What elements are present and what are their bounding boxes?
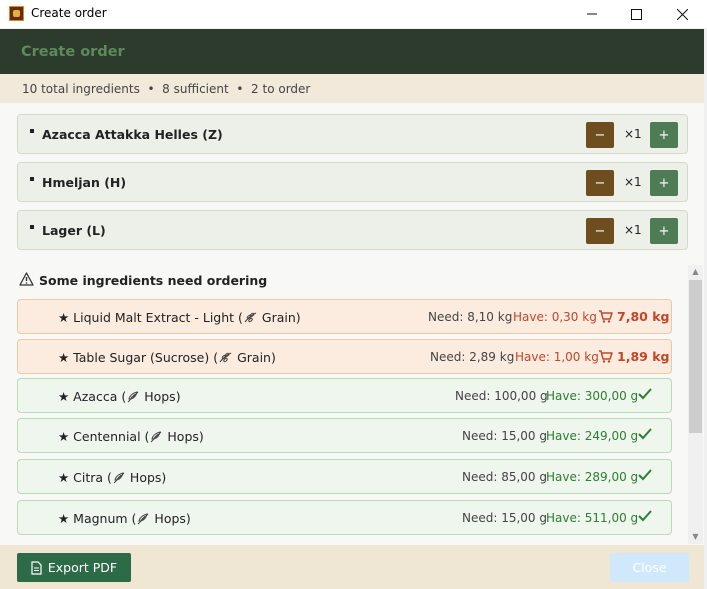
hops-icon: [127, 391, 139, 403]
ingredient-name: ★ Magnum ( Hops): [58, 511, 191, 526]
ingredient-name: ★ Liquid Malt Extract - Light ( Grain): [58, 310, 301, 325]
bullet-icon: [30, 225, 34, 229]
have-value: Have: 0,30 kg: [513, 310, 597, 324]
window-title: Create order: [31, 6, 107, 20]
scrollbar-thumb[interactable]: [689, 280, 702, 433]
cart-icon: [599, 310, 613, 323]
hops-icon: [138, 513, 149, 525]
title-bar: Create order: [0, 0, 707, 28]
close-button[interactable]: Close: [610, 553, 689, 582]
hops-icon: [151, 431, 162, 443]
dialog-header: Create order: [0, 29, 704, 74]
scroll-down-arrow[interactable]: ▼: [688, 530, 703, 544]
maximize-button[interactable]: [613, 0, 659, 28]
recipe-row: Lager (L) − ×1 +: [17, 210, 688, 250]
need-value: Need: 15,00 g: [462, 511, 548, 525]
check-icon: [638, 469, 652, 481]
have-value: Have: 511,00 g: [546, 511, 639, 525]
have-value: Have: 289,00 g: [546, 470, 639, 484]
have-value: Have: 1,00 kg: [515, 350, 599, 364]
recipe-row: Hmeljan (H) − ×1 +: [17, 162, 688, 202]
decrease-button[interactable]: −: [586, 122, 614, 148]
scrollbar[interactable]: ▲ ▼: [688, 265, 703, 544]
recipe-quantity: ×1: [624, 175, 642, 189]
need-value: Need: 8,10 kg: [428, 310, 513, 324]
maximize-icon: [630, 8, 642, 20]
document-icon: [31, 560, 42, 575]
recipe-quantity: ×1: [624, 223, 642, 237]
ingredient-row: ★ Table Sugar (Sucrose) ( Grain) Need: 2…: [17, 339, 672, 374]
need-value: Need: 15,00 g: [462, 429, 548, 443]
dialog-footer: Export PDF Close: [0, 545, 704, 589]
recipe-name: Lager (L): [42, 223, 106, 238]
ingredient-row: ★ Magnum ( Hops) Need: 15,00 g Have: 511…: [17, 500, 672, 535]
recipe-quantity: ×1: [624, 127, 642, 141]
increase-button[interactable]: +: [650, 218, 678, 244]
page-title: Create order: [21, 44, 125, 60]
ingredient-row: ★ Liquid Malt Extract - Light ( Grain) N…: [17, 299, 672, 334]
have-value: Have: 300,00 g: [546, 389, 639, 403]
increase-button[interactable]: +: [650, 170, 678, 196]
order-amount: 1,89 kg: [598, 349, 669, 364]
check-icon: [638, 388, 652, 400]
need-value: Need: 100,00 g: [455, 389, 548, 403]
check-icon: [638, 428, 652, 440]
recipe-name: Azacca Attakka Helles (Z): [42, 127, 223, 142]
ingredient-row: ★ Centennial ( Hops) Need: 15,00 g Have:…: [17, 418, 672, 453]
close-icon: [676, 8, 688, 20]
ingredient-name: ★ Azacca ( Hops): [58, 389, 181, 404]
bullet-icon: [30, 129, 34, 133]
summary-bar: 10 total ingredients • 8 sufficient • 2 …: [0, 74, 704, 103]
grain-icon: [219, 352, 232, 363]
recipe-name: Hmeljan (H): [42, 175, 127, 190]
close-window-button[interactable]: [659, 0, 705, 28]
export-pdf-label: Export PDF: [47, 560, 118, 575]
bullet-icon: [30, 177, 34, 181]
app-icon: [9, 6, 24, 21]
ingredient-row: ★ Azacca ( Hops) Need: 100,00 g Have: 30…: [17, 378, 672, 413]
need-value: Need: 85,00 g: [462, 470, 548, 484]
export-pdf-button[interactable]: Export PDF: [17, 553, 131, 582]
order-amount: 7,80 kg: [598, 309, 669, 324]
need-value: Need: 2,89 kg: [430, 350, 515, 364]
warning-icon: [19, 272, 34, 286]
minimize-button[interactable]: [569, 0, 615, 28]
ingredient-name: ★ Centennial ( Hops): [58, 429, 204, 444]
warning-heading: Some ingredients need ordering: [39, 273, 268, 288]
ingredient-row: ★ Citra ( Hops) Need: 85,00 g Have: 289,…: [17, 459, 672, 494]
increase-button[interactable]: +: [650, 122, 678, 148]
check-icon: [638, 510, 652, 522]
ingredient-name: ★ Table Sugar (Sucrose) ( Grain): [58, 350, 276, 365]
summary-text: 10 total ingredients • 8 sufficient • 2 …: [22, 82, 311, 96]
ingredient-name: ★ Citra ( Hops): [58, 470, 167, 485]
hops-icon: [113, 472, 125, 484]
grain-icon: [244, 312, 257, 323]
recipe-row: Azacca Attakka Helles (Z) − ×1 +: [17, 114, 688, 154]
decrease-button[interactable]: −: [586, 170, 614, 196]
scroll-up-arrow[interactable]: ▲: [688, 265, 703, 279]
decrease-button[interactable]: −: [586, 218, 614, 244]
cart-icon: [599, 350, 613, 363]
minimize-icon: [587, 13, 597, 15]
have-value: Have: 249,00 g: [546, 429, 639, 443]
